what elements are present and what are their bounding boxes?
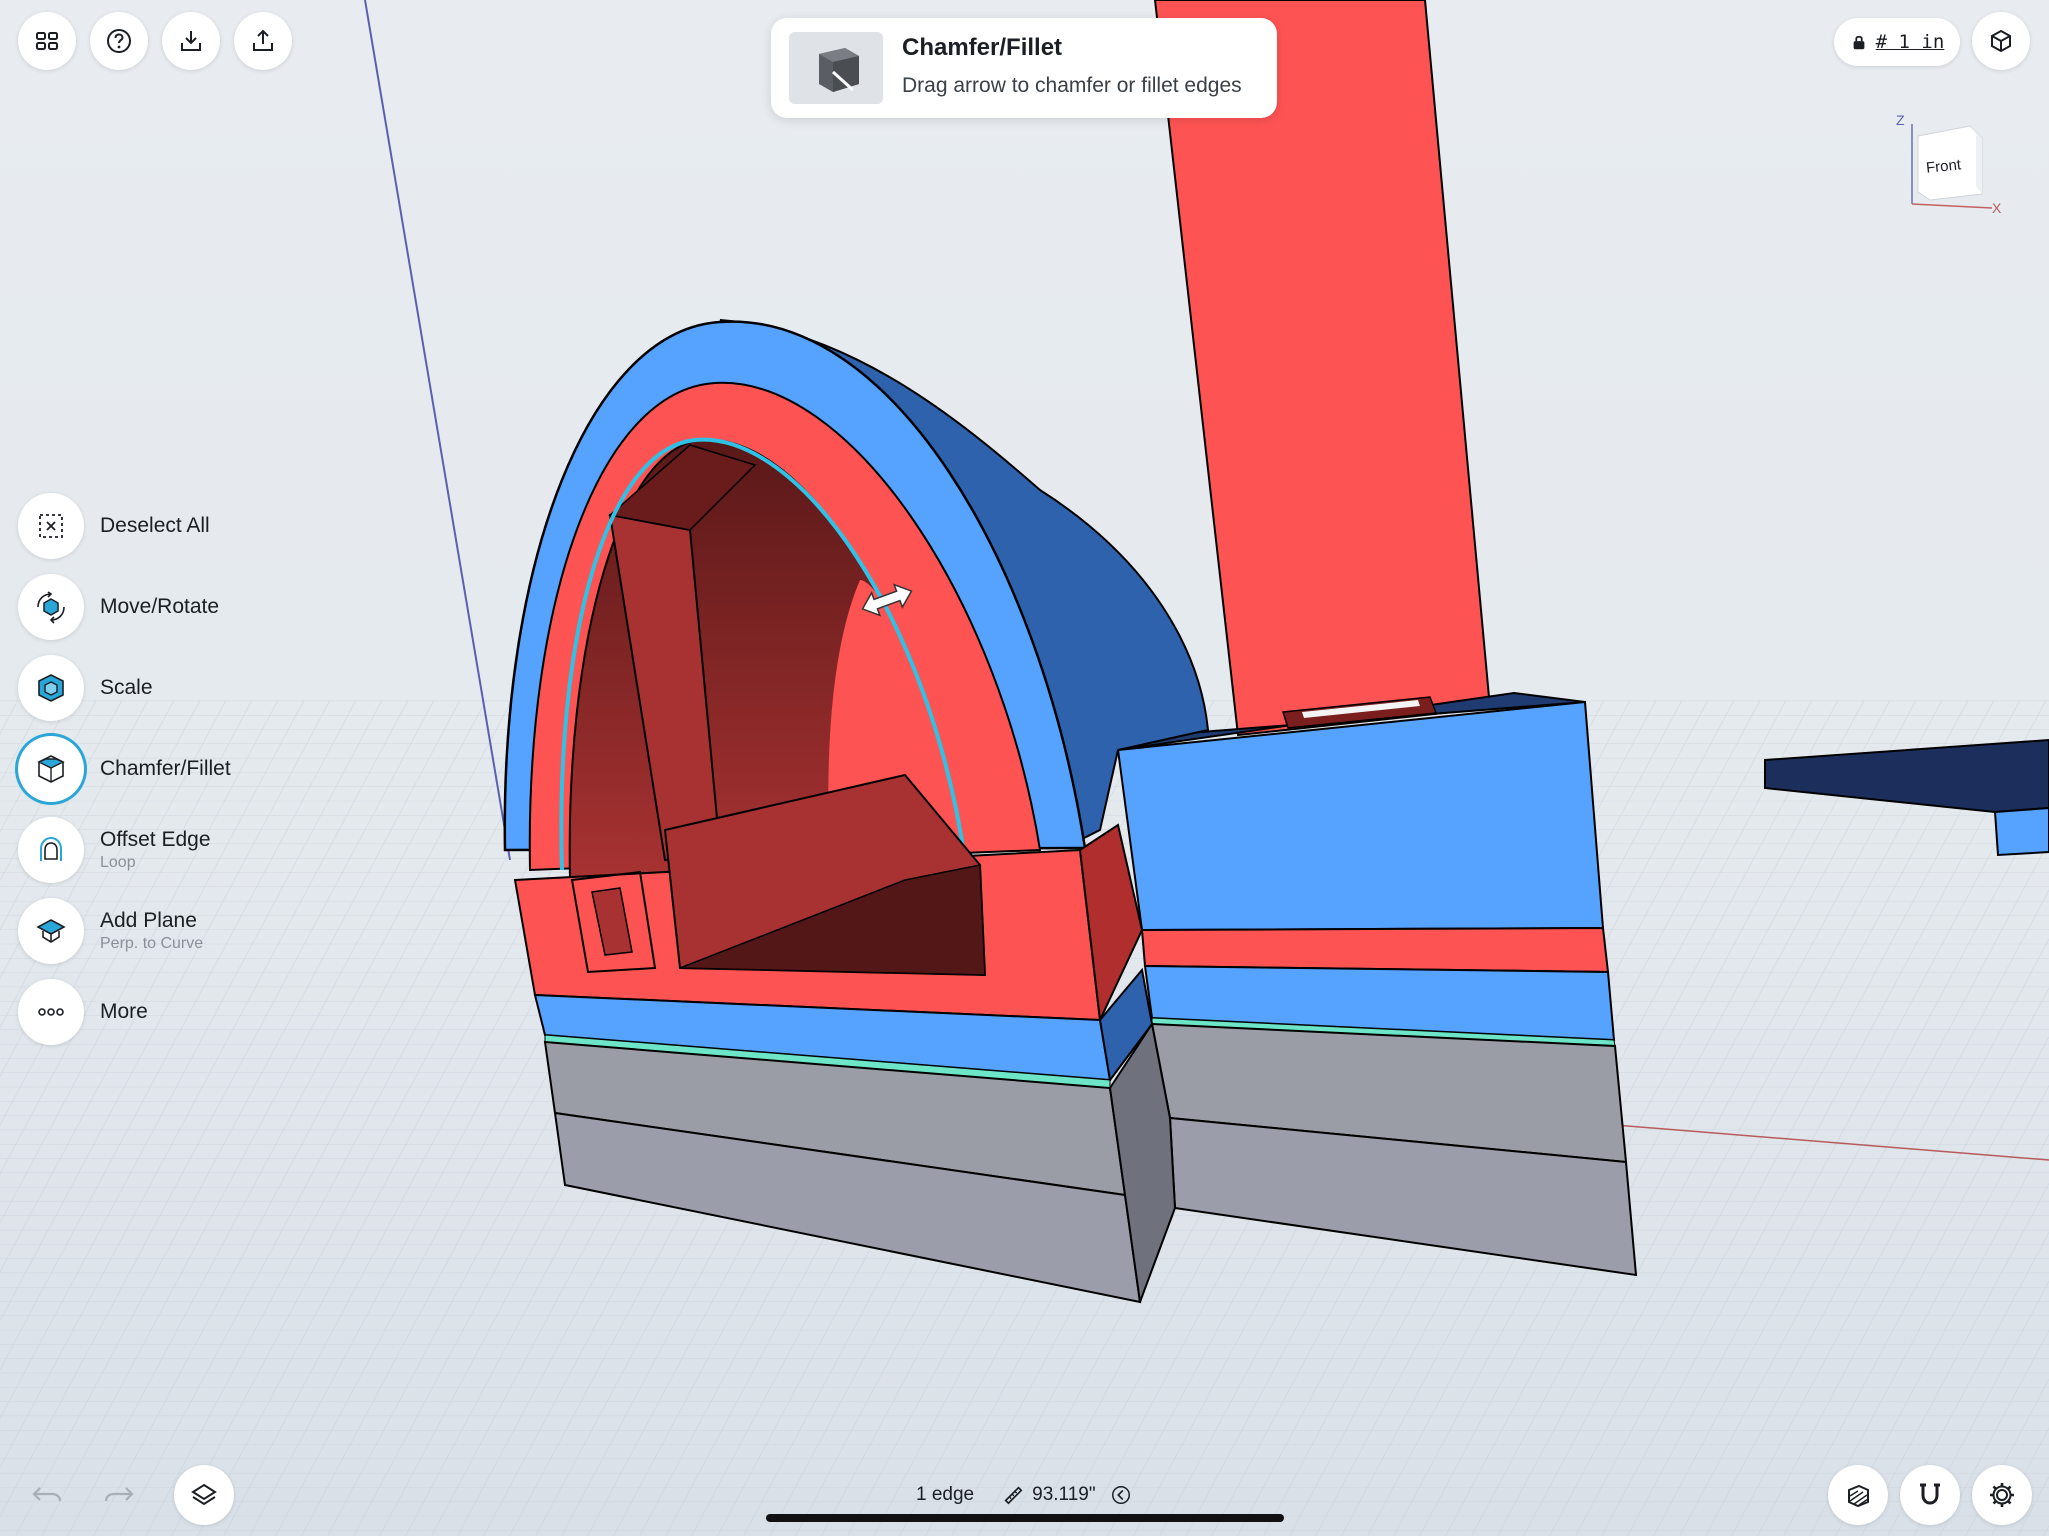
tool-scale[interactable]: Scale [18,655,153,721]
view-mode-button[interactable] [1972,12,2030,70]
export-icon [253,29,273,51]
selection-count: 1 edge [916,1484,975,1505]
help-icon [107,29,131,53]
render-style-button[interactable] [1828,1465,1888,1525]
undo-icon [32,1487,62,1502]
tool-label: Chamfer/Fillet [100,757,231,780]
tool-hint-card: Chamfer/Fillet Drag arrow to chamfer or … [771,18,1277,118]
tool-label: Move/Rotate [100,595,220,618]
view-cube-front-label: Front [1925,156,1962,177]
axis-x-label: X [1992,200,2002,216]
cube-view-icon [1991,29,2011,53]
length-detail-button[interactable] [1110,1484,1132,1506]
redo-button[interactable] [102,1480,136,1515]
add-plane-icon [36,919,66,943]
offset-edge-icon [40,836,62,861]
deselect-icon [39,514,63,538]
ruler-icon [1004,1486,1023,1505]
tool-label: More [100,1000,148,1023]
layers-button[interactable] [174,1465,234,1525]
tool-offset-edge[interactable]: Offset Edge Loop [18,817,211,883]
view-cube[interactable]: Front Z X [1888,112,2004,220]
tool-label: Scale [100,676,153,699]
chamfer-preview-image [789,32,883,104]
layers-icon [191,1483,217,1506]
axis-z-label: Z [1896,112,1905,128]
tool-add-plane[interactable]: Add Plane Perp. to Curve [18,898,203,964]
grid-menu-button[interactable] [18,12,76,70]
grid-icon [36,32,58,50]
tool-label: Add Plane [100,909,197,932]
move-rotate-icon [37,591,65,624]
lock-icon [1853,35,1865,50]
3d-viewport[interactable] [0,0,2049,1536]
selection-status: 1 edge 93.119" [916,1480,1132,1510]
import-button[interactable] [162,12,220,70]
edge-length: 93.119" [1032,1484,1096,1505]
chamfer-icon [37,755,65,783]
home-indicator[interactable] [766,1514,1284,1522]
tool-deselect-all[interactable]: Deselect All [18,493,210,559]
hint-text: Drag arrow to chamfer or fillet edges [902,74,1242,97]
gear-icon [1990,1483,2014,1507]
units-label: # 1 in [1875,31,1945,53]
magnet-icon [1920,1483,1940,1505]
more-icon [38,1008,64,1016]
tool-more[interactable]: More [18,979,148,1045]
hint-title: Chamfer/Fillet [902,34,1063,61]
scale-icon [38,674,64,702]
hatched-cube-icon [1848,1484,1869,1508]
snapping-button[interactable] [1900,1465,1960,1525]
tool-sublabel: Loop [100,854,136,871]
redo-icon [104,1487,134,1502]
tool-move-rotate[interactable]: Move/Rotate [18,574,219,640]
tool-chamfer-fillet[interactable]: Chamfer/Fillet [18,736,231,802]
import-icon [181,31,201,51]
tool-label: Deselect All [100,514,210,537]
settings-button[interactable] [1972,1465,2032,1525]
help-button[interactable] [90,12,148,70]
chevron-left-circle-icon [1111,1486,1130,1504]
tool-label: Offset Edge [100,828,211,851]
units-button[interactable]: # 1 in [1834,18,1960,66]
tool-sublabel: Perp. to Curve [100,935,204,952]
export-button[interactable] [234,12,292,70]
undo-button[interactable] [30,1480,64,1515]
